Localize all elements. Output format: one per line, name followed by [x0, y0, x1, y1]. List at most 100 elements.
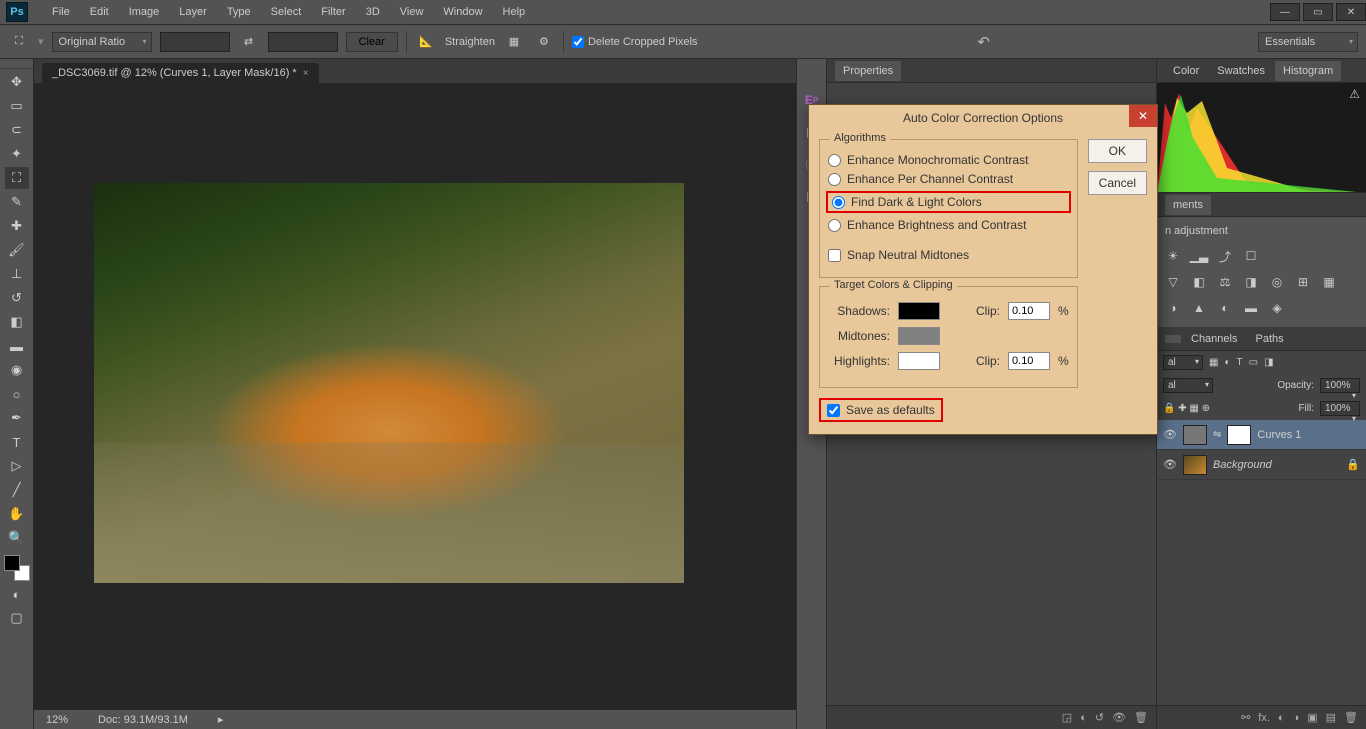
filter-shape-icon[interactable]: ▭	[1249, 357, 1258, 368]
prev-state-icon[interactable]: ◐	[1080, 712, 1087, 724]
channels-tab[interactable]: Channels	[1183, 329, 1245, 349]
maximize-button[interactable]: ▭	[1303, 3, 1333, 21]
algo-perchannel-input[interactable]	[828, 173, 841, 186]
delete-layer-icon[interactable]: 🗑	[1344, 711, 1358, 724]
link-layers-icon[interactable]: ⚯	[1241, 711, 1250, 724]
gradient-tool[interactable]: ▬	[5, 335, 29, 357]
path-select-tool[interactable]: ▷	[5, 455, 29, 477]
menu-3d[interactable]: 3D	[356, 2, 390, 22]
lasso-tool[interactable]: ⊂	[5, 119, 29, 141]
vibrance-icon[interactable]: ▽	[1163, 273, 1183, 291]
crop-tool-icon[interactable]: ⛶	[8, 31, 30, 53]
mask-thumb[interactable]	[1227, 425, 1251, 445]
layer-name[interactable]: Curves 1	[1257, 429, 1301, 441]
pen-tool[interactable]: ✒	[5, 407, 29, 429]
color-tab[interactable]: Color	[1165, 61, 1207, 81]
visibility-toggle-icon[interactable]: 👁	[1163, 458, 1177, 471]
balance-icon[interactable]: ⚖	[1215, 273, 1235, 291]
histogram-tab[interactable]: Histogram	[1275, 61, 1341, 81]
lock-icons[interactable]: 🔒 ✚ ▦ ⊕	[1163, 403, 1210, 414]
layer-row-background[interactable]: 👁 Background 🔒	[1157, 450, 1366, 480]
eyedropper-tool[interactable]: ✎	[5, 191, 29, 213]
filter-adjust-icon[interactable]: ◐	[1224, 357, 1230, 368]
new-group-icon[interactable]: ▣	[1307, 711, 1317, 724]
adjustments-tab[interactable]: ments	[1165, 195, 1211, 215]
levels-icon[interactable]: ▁▃	[1189, 247, 1209, 265]
gradient-map-icon[interactable]: ▬	[1241, 299, 1261, 317]
document-tab[interactable]: _DSC3069.tif @ 12% (Curves 1, Layer Mask…	[42, 63, 319, 83]
doc-info[interactable]: Doc: 93.1M/93.1M	[98, 714, 188, 726]
algo-darklight-input[interactable]	[832, 196, 845, 209]
minimize-button[interactable]: —	[1270, 3, 1300, 21]
fg-bg-colors[interactable]	[4, 555, 30, 581]
fx-icon[interactable]: fx.	[1258, 712, 1270, 724]
delete-cropped-input[interactable]	[572, 36, 584, 48]
status-arrow-icon[interactable]: ▸	[218, 713, 224, 726]
snap-midtones-checkbox[interactable]: Snap Neutral Midtones	[828, 248, 1069, 262]
history-brush-tool[interactable]: ↺	[5, 287, 29, 309]
workspace-dropdown[interactable]: Essentials	[1258, 32, 1358, 52]
dialog-title-bar[interactable]: Auto Color Correction Options ✕	[809, 105, 1157, 131]
move-tool[interactable]: ✥	[5, 71, 29, 93]
crop-tool[interactable]: ⛶	[5, 167, 29, 189]
close-window-button[interactable]: ✕	[1336, 3, 1366, 21]
close-tab-icon[interactable]: ×	[303, 68, 309, 79]
menu-image[interactable]: Image	[119, 2, 170, 22]
algo-brightness-radio[interactable]: Enhance Brightness and Contrast	[828, 218, 1069, 232]
ok-button[interactable]: OK	[1088, 139, 1147, 163]
bw-icon[interactable]: ◨	[1241, 273, 1261, 291]
fill-input[interactable]: 100%	[1320, 401, 1360, 416]
dodge-tool[interactable]: ○	[5, 383, 29, 405]
swatches-tab[interactable]: Swatches	[1209, 61, 1273, 81]
crop-width-input[interactable]	[160, 32, 230, 52]
type-tool[interactable]: T	[5, 431, 29, 453]
brightness-icon[interactable]: ☀	[1163, 247, 1183, 265]
filter-image-icon[interactable]: ▦	[1209, 357, 1218, 368]
menu-window[interactable]: Window	[433, 2, 492, 22]
grid-overlay-icon[interactable]: ▦	[503, 31, 525, 53]
reset-icon[interactable]: ↺	[1095, 711, 1104, 724]
wand-tool[interactable]: ✦	[5, 143, 29, 165]
algo-darklight-radio[interactable]: Find Dark & Light Colors	[832, 195, 1065, 209]
clip-mask-icon[interactable]: ◲	[1062, 711, 1072, 724]
zoom-level[interactable]: 12%	[46, 714, 68, 726]
algo-mono-radio[interactable]: Enhance Monochromatic Contrast	[828, 153, 1069, 167]
clear-button[interactable]: Clear	[346, 32, 398, 52]
menu-help[interactable]: Help	[493, 2, 536, 22]
menu-file[interactable]: File	[42, 2, 80, 22]
straighten-label[interactable]: Straighten	[445, 36, 495, 48]
filter-smart-icon[interactable]: ◨	[1264, 357, 1273, 368]
link-icon[interactable]: ⇋	[1213, 429, 1221, 440]
mixer-icon[interactable]: ⊞	[1293, 273, 1313, 291]
screen-mode-icon[interactable]: ▢	[5, 607, 29, 629]
midtones-color-swatch[interactable]	[898, 327, 940, 345]
menu-type[interactable]: Type	[217, 2, 261, 22]
visibility-icon[interactable]: 👁	[1112, 711, 1126, 724]
brush-tool[interactable]: 🖌	[5, 239, 29, 261]
aspect-ratio-dropdown[interactable]: Original Ratio	[52, 32, 152, 52]
menu-layer[interactable]: Layer	[169, 2, 217, 22]
undo-icon[interactable]: ↶	[977, 33, 990, 51]
mask-icon[interactable]: ◐	[1278, 712, 1285, 724]
visibility-toggle-icon[interactable]: 👁	[1163, 428, 1177, 441]
highlights-clip-input[interactable]	[1008, 352, 1050, 370]
foreground-color[interactable]	[4, 555, 20, 571]
algo-brightness-input[interactable]	[828, 219, 841, 232]
menu-edit[interactable]: Edit	[80, 2, 119, 22]
zoom-tool[interactable]: 🔍	[5, 527, 29, 549]
snap-midtones-input[interactable]	[828, 249, 841, 262]
dialog-close-button[interactable]: ✕	[1129, 105, 1157, 127]
curves-icon[interactable]: ⤴	[1215, 247, 1235, 265]
blur-tool[interactable]: ◉	[5, 359, 29, 381]
new-layer-icon[interactable]: ▤	[1326, 711, 1336, 724]
algo-perchannel-radio[interactable]: Enhance Per Channel Contrast	[828, 172, 1069, 186]
save-defaults-checkbox[interactable]: Save as defaults	[819, 398, 943, 422]
marquee-tool[interactable]: ▭	[5, 95, 29, 117]
delete-cropped-checkbox[interactable]: Delete Cropped Pixels	[572, 36, 697, 48]
heal-tool[interactable]: ✚	[5, 215, 29, 237]
layer-name[interactable]: Background	[1213, 459, 1272, 471]
hand-tool[interactable]: ✋	[5, 503, 29, 525]
menu-filter[interactable]: Filter	[311, 2, 355, 22]
shadows-clip-input[interactable]	[1008, 302, 1050, 320]
filter-type-icon[interactable]: T	[1237, 357, 1243, 368]
